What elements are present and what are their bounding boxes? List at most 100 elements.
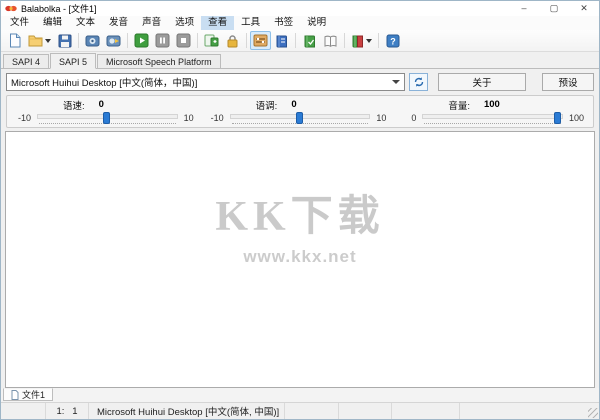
new-file-button[interactable] <box>4 31 25 50</box>
play-button[interactable] <box>131 31 152 50</box>
tab-sapi5[interactable]: SAPI 5 <box>50 53 97 69</box>
watermark-title: KK下载 <box>215 194 385 240</box>
spellcheck-book-button[interactable] <box>299 31 320 50</box>
menu-bookmarks[interactable]: 书签 <box>267 16 300 30</box>
voice-select-value: Microsoft Huihui Desktop [中文(简体，中国)] <box>11 77 198 89</box>
volume-slider-block: 音量: 100 0 100 <box>396 98 589 125</box>
tab-sapi4[interactable]: SAPI 4 <box>3 54 50 68</box>
volume-slider[interactable] <box>422 111 564 125</box>
pitch-max: 10 <box>376 113 387 123</box>
document-icon <box>11 389 19 400</box>
dictionary-icon <box>276 35 287 47</box>
open-book-icon <box>324 35 337 47</box>
stop-button[interactable] <box>173 31 194 50</box>
lock-button[interactable] <box>222 31 243 50</box>
menu-bar: 文件 编辑 文本 发音 声音 选项 查看 工具 书签 说明 <box>1 16 599 30</box>
rate-min: -10 <box>17 113 31 123</box>
tab-ms-speech-platform[interactable]: Microsoft Speech Platform <box>97 54 221 68</box>
menu-sound[interactable]: 声音 <box>135 16 168 30</box>
new-file-icon <box>9 33 20 48</box>
chevron-down-icon <box>392 79 400 84</box>
pitch-slider-block: 语调: 0 -10 10 <box>204 98 397 125</box>
about-voice-button[interactable]: 关于 <box>438 72 526 91</box>
translation-book-button[interactable] <box>348 31 375 50</box>
minimize-icon[interactable]: – <box>509 1 539 16</box>
rate-slider-block: 语速: 0 -10 10 <box>11 98 204 125</box>
rate-slider[interactable] <box>37 111 178 125</box>
status-bar: 1: 1 Microsoft Huihui Desktop [中文(简体, 中国… <box>1 402 599 419</box>
refresh-icon <box>414 76 423 87</box>
voice-panel-icon <box>253 34 268 47</box>
stop-icon <box>176 33 191 48</box>
voice-row: Microsoft Huihui Desktop [中文(简体，中国)] 关于 … <box>6 72 594 91</box>
balabolka-window: Balabolka - [文件1] – ▢ ✕ 文件 编辑 文本 发音 声音 选… <box>0 0 600 420</box>
volume-label: 音量: <box>448 100 470 112</box>
status-cell-empty <box>392 403 460 419</box>
convert-audio-icon <box>106 35 121 47</box>
open-file-dropdown-icon <box>45 38 51 43</box>
menu-edit[interactable]: 编辑 <box>36 16 69 30</box>
convert-audio-button[interactable] <box>103 31 124 50</box>
watermark-url: www.kkx.net <box>243 247 357 266</box>
menu-help[interactable]: 说明 <box>300 16 333 30</box>
status-cell-empty <box>1 403 46 419</box>
menu-tools[interactable]: 工具 <box>234 16 267 30</box>
app-icon <box>5 5 17 12</box>
refresh-voices-button[interactable] <box>409 72 428 91</box>
status-cell-fill <box>460 403 599 419</box>
pitch-slider-thumb[interactable] <box>296 111 303 124</box>
translation-dropdown-icon <box>366 38 372 43</box>
document-tabs: 文件1 <box>1 388 599 402</box>
menu-text[interactable]: 文本 <box>69 16 102 30</box>
spellcheck-book-icon <box>304 35 315 47</box>
window-title: Balabolka - [文件1] <box>21 4 97 14</box>
help-button[interactable]: ? <box>382 31 403 50</box>
presets-button[interactable]: 预设 <box>542 72 594 91</box>
translation-book-icon <box>352 35 363 47</box>
status-cell-empty <box>285 403 339 419</box>
open-file-icon <box>28 35 43 47</box>
menu-view[interactable]: 查看 <box>201 16 235 30</box>
voice-parameters-panel: 语速: 0 -10 10 语调: 0 -10 10 音量: 100 0 100 <box>6 95 594 128</box>
save-audio-button[interactable] <box>82 31 103 50</box>
speak-clipboard-button[interactable] <box>201 31 222 50</box>
pause-icon <box>155 33 170 48</box>
svg-text:?: ? <box>390 36 396 46</box>
menu-options[interactable]: 选项 <box>168 16 201 30</box>
rate-max: 10 <box>183 113 194 123</box>
speak-clipboard-icon <box>204 34 219 47</box>
volume-value: 100 <box>483 99 500 110</box>
doc-tab-file1[interactable]: 文件1 <box>3 388 54 401</box>
text-editor[interactable]: KK下载 www.kkx.net <box>5 131 595 388</box>
voice-panel-toggle-button[interactable] <box>250 31 271 50</box>
volume-slider-thumb[interactable] <box>554 111 562 124</box>
close-icon[interactable]: ✕ <box>569 1 599 16</box>
title-bar[interactable]: Balabolka - [文件1] – ▢ ✕ <box>1 1 599 16</box>
voice-select[interactable]: Microsoft Huihui Desktop [中文(简体，中国)] <box>6 72 405 91</box>
rate-label: 语速: <box>63 100 85 112</box>
pitch-slider[interactable] <box>229 111 371 125</box>
save-audio-icon <box>85 35 100 47</box>
help-icon: ? <box>386 34 399 47</box>
voice-engine-tabs: SAPI 4 SAPI 5 Microsoft Speech Platform <box>1 53 599 69</box>
status-cell-empty <box>339 403 392 419</box>
open-book-button[interactable] <box>320 31 341 50</box>
play-icon <box>134 33 149 48</box>
menu-file[interactable]: 文件 <box>3 16 36 30</box>
rate-slider-thumb[interactable] <box>103 111 111 124</box>
volume-max: 100 <box>569 113 585 123</box>
lock-icon <box>227 34 238 47</box>
dictionary-button[interactable] <box>271 31 292 50</box>
doc-tab-label: 文件1 <box>22 390 46 400</box>
toolbar: ? <box>1 30 599 52</box>
open-file-button[interactable] <box>25 31 54 50</box>
save-file-icon <box>58 34 71 47</box>
rate-value: 0 <box>98 99 104 110</box>
pitch-value: 0 <box>291 99 297 110</box>
status-voice: Microsoft Huihui Desktop [中文(简体, 中国)] <box>89 403 285 419</box>
save-file-button[interactable] <box>54 31 75 50</box>
menu-pronounce[interactable]: 发音 <box>102 16 135 30</box>
pause-button[interactable] <box>152 31 173 50</box>
resize-grip[interactable] <box>588 408 598 418</box>
maximize-icon[interactable]: ▢ <box>539 1 569 16</box>
